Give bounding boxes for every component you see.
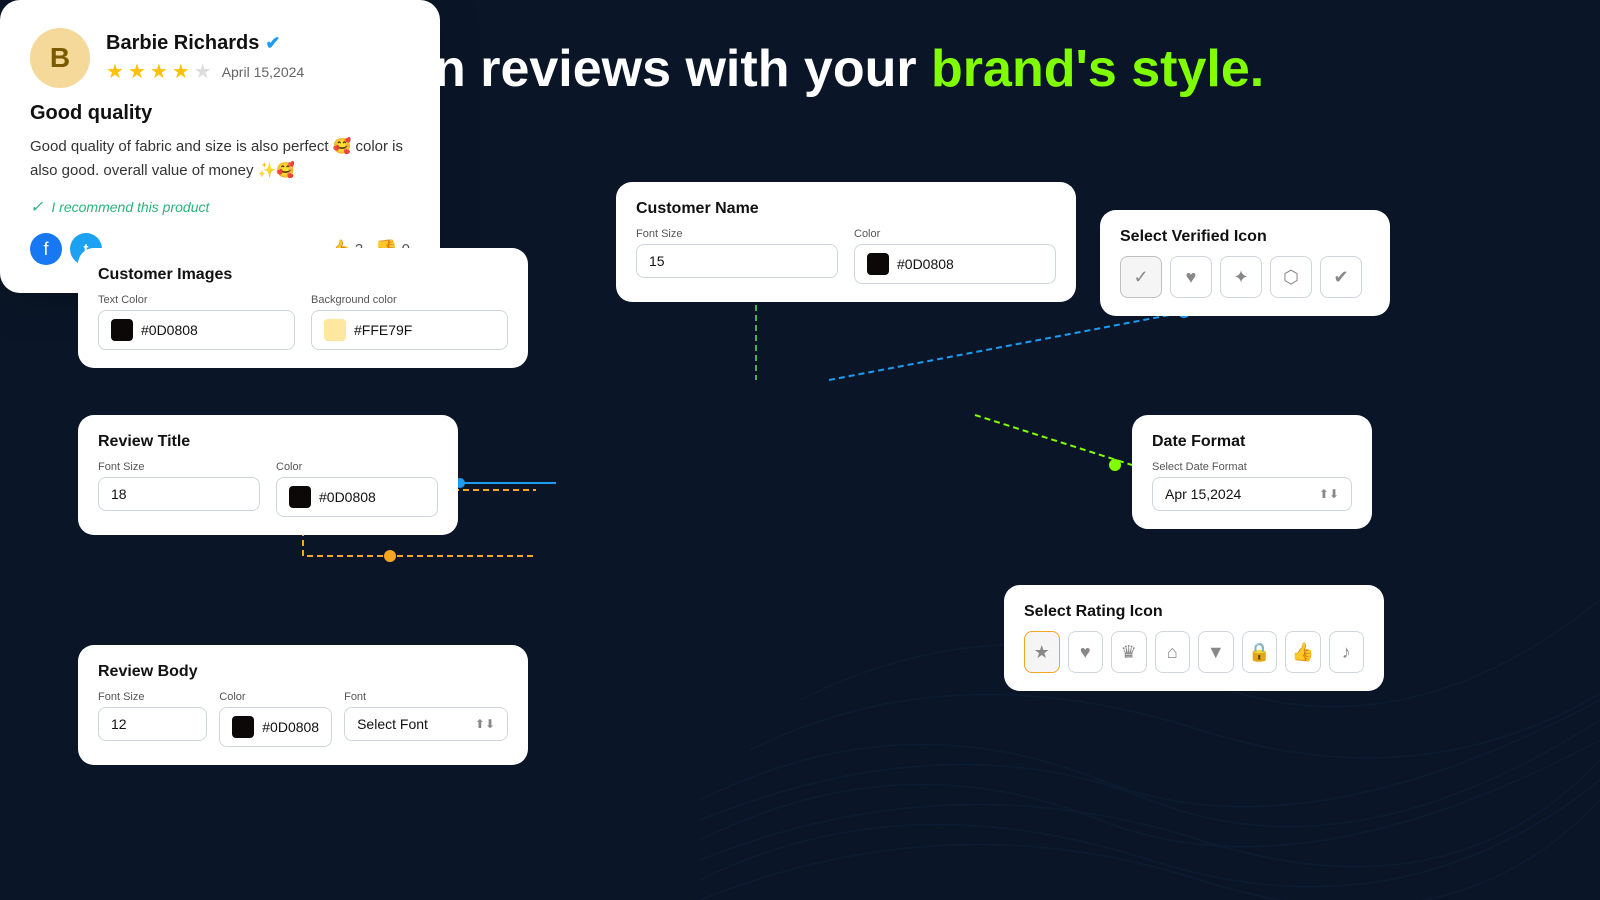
customer-name-color-swatch[interactable] bbox=[867, 253, 889, 275]
customer-name-card: Customer Name Font Size 15 Color #0D0808 bbox=[616, 182, 1076, 302]
text-color-label: Text Color bbox=[98, 294, 295, 306]
verified-icon-card: Select Verified Icon ✓ ♥ ✦ ⬡ ✔ bbox=[1100, 210, 1390, 316]
verified-icon-hex[interactable]: ⬡ bbox=[1270, 256, 1312, 298]
check-icon: ✓ bbox=[30, 197, 43, 217]
date-format-chevron: ⬆⬇ bbox=[1319, 487, 1339, 501]
review-body-fontsize-input[interactable]: 12 bbox=[98, 707, 207, 741]
date-format-title: Date Format bbox=[1152, 433, 1352, 451]
review-body-text: Good quality of fabric and size is also … bbox=[30, 135, 410, 183]
review-title-card-heading: Review Title bbox=[98, 433, 438, 451]
rating-icon-star[interactable]: ★ bbox=[1024, 631, 1060, 673]
review-body-card: Review Body Font Size 12 Color #0D0808 F… bbox=[78, 645, 528, 765]
review-title-color-swatch[interactable] bbox=[289, 486, 311, 508]
rating-icon-lock[interactable]: 🔒 bbox=[1242, 631, 1278, 673]
customer-images-card: Customer Images Text Color #0D0808 Backg… bbox=[78, 248, 528, 368]
review-body-color-input[interactable]: #0D0808 bbox=[219, 707, 332, 747]
review-title-text: Good quality bbox=[30, 102, 410, 125]
review-body-color-label: Color bbox=[219, 691, 332, 703]
bg-color-label: Background color bbox=[311, 294, 508, 306]
customer-name-title: Customer Name bbox=[636, 200, 1056, 218]
review-body-font-select[interactable]: Select Font ⬆⬇ bbox=[344, 707, 508, 741]
verified-icon-star[interactable]: ✦ bbox=[1220, 256, 1262, 298]
customer-images-title: Customer Images bbox=[98, 266, 508, 284]
rating-icon-row: ★ ♥ ♛ ⌂ ▼ 🔒 👍 ♪ bbox=[1024, 631, 1364, 673]
rating-icon-card: Select Rating Icon ★ ♥ ♛ ⌂ ▼ 🔒 👍 ♪ bbox=[1004, 585, 1384, 691]
heading-highlight: brand's style. bbox=[931, 40, 1264, 98]
rating-icon-crown[interactable]: ♛ bbox=[1111, 631, 1147, 673]
date-format-card: Date Format Select Date Format Apr 15,20… bbox=[1132, 415, 1372, 529]
review-body-card-heading: Review Body bbox=[98, 663, 508, 681]
verified-icon-heart[interactable]: ♥ bbox=[1170, 256, 1212, 298]
facebook-icon[interactable]: f bbox=[30, 233, 62, 265]
rating-icon-thumbs[interactable]: 👍 bbox=[1285, 631, 1321, 673]
date-format-select[interactable]: Apr 15,2024 ⬆⬇ bbox=[1152, 477, 1352, 511]
rating-icon-down[interactable]: ▼ bbox=[1198, 631, 1234, 673]
main-heading: Align reviews with your brand's style. bbox=[0, 38, 1600, 100]
customer-name-fontsize-label: Font Size bbox=[636, 228, 838, 240]
review-title-fontsize-input[interactable]: 18 bbox=[98, 477, 260, 511]
text-color-swatch[interactable] bbox=[111, 319, 133, 341]
bg-color-input[interactable]: #FFE79F bbox=[311, 310, 508, 350]
verified-icon-check2[interactable]: ✔ bbox=[1320, 256, 1362, 298]
customer-name-fontsize-input[interactable]: 15 bbox=[636, 244, 838, 278]
rating-icon-title: Select Rating Icon bbox=[1024, 603, 1364, 621]
review-body-font-label: Font bbox=[344, 691, 508, 703]
recommend-row: ✓ I recommend this product bbox=[30, 197, 410, 217]
bg-color-swatch[interactable] bbox=[324, 319, 346, 341]
text-color-input[interactable]: #0D0808 bbox=[98, 310, 295, 350]
review-body-fontsize-label: Font Size bbox=[98, 691, 207, 703]
review-title-card: Review Title Font Size 18 Color #0D0808 bbox=[78, 415, 458, 535]
rating-icon-home[interactable]: ⌂ bbox=[1155, 631, 1191, 673]
rating-icon-heart[interactable]: ♥ bbox=[1068, 631, 1104, 673]
customer-name-color-input[interactable]: #0D0808 bbox=[854, 244, 1056, 284]
verified-icon-row: ✓ ♥ ✦ ⬡ ✔ bbox=[1120, 256, 1370, 298]
rating-icon-music[interactable]: ♪ bbox=[1329, 631, 1365, 673]
verified-icon-title: Select Verified Icon bbox=[1120, 228, 1370, 246]
review-title-color-label: Color bbox=[276, 461, 438, 473]
date-format-label: Select Date Format bbox=[1152, 461, 1352, 473]
review-body-color-swatch[interactable] bbox=[232, 716, 254, 738]
review-title-color-input[interactable]: #0D0808 bbox=[276, 477, 438, 517]
font-select-chevron: ⬆⬇ bbox=[475, 717, 495, 731]
customer-name-color-label: Color bbox=[854, 228, 1056, 240]
verified-icon-checkmark[interactable]: ✓ bbox=[1120, 256, 1162, 298]
review-title-fontsize-label: Font Size bbox=[98, 461, 260, 473]
